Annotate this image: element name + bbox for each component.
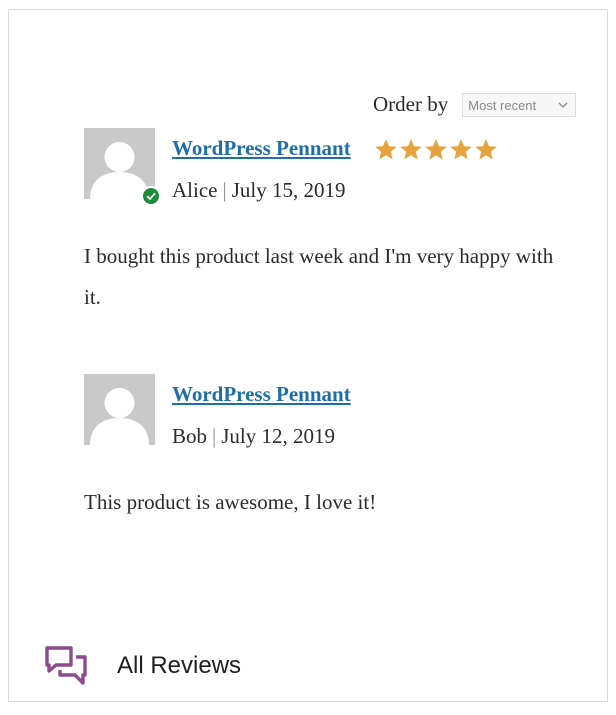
review-product-link[interactable]: WordPress Pennant: [172, 136, 351, 161]
review-date: July 12, 2019: [221, 424, 335, 448]
review-author: Alice: [172, 178, 218, 202]
review-meta: Bob | July 12, 2019: [172, 424, 335, 449]
star-icon: [400, 139, 422, 160]
verified-owner-badge: [141, 186, 161, 206]
block-title: All Reviews: [117, 652, 242, 679]
star-icon: [450, 139, 472, 160]
meta-separator: |: [222, 178, 227, 202]
review-meta: Alice | July 15, 2019: [172, 178, 345, 203]
star-rating: [374, 138, 498, 161]
review-text: I bought this product last week and I'm …: [84, 244, 554, 309]
check-icon: [146, 192, 156, 201]
comments-icon: [45, 646, 87, 685]
order-by-control: Order by Most recent: [373, 92, 577, 117]
review-author: Bob: [172, 424, 208, 448]
review-text: This product is awesome, I love it!: [84, 490, 377, 514]
block-footer: All Reviews: [44, 645, 241, 687]
avatar-placeholder-icon: [84, 374, 155, 445]
star-icon: [425, 139, 447, 160]
avatar: [84, 374, 155, 445]
chevron-down-icon: [558, 102, 568, 108]
review-date: July 15, 2019: [231, 178, 346, 202]
star-icon: [375, 139, 397, 160]
order-by-label: Order by: [373, 92, 449, 116]
reviews-block: Order by Most recent: [8, 9, 608, 702]
order-by-select[interactable]: Most recent: [462, 92, 577, 117]
review-product-link[interactable]: WordPress Pennant: [172, 382, 351, 407]
meta-separator: |: [212, 424, 217, 448]
star-icon: [475, 139, 497, 160]
order-by-selected-value: Most recent: [468, 97, 537, 113]
